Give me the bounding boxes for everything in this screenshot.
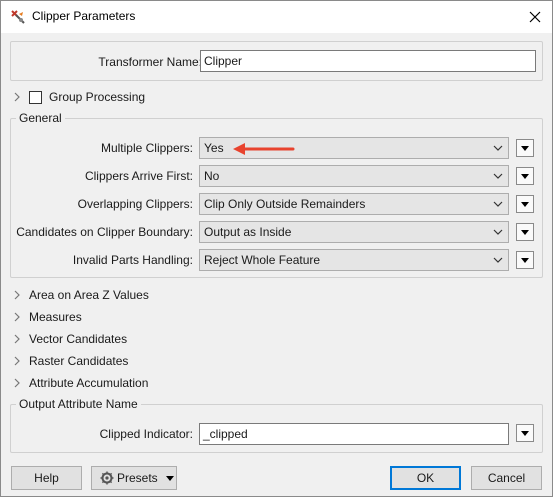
- group-processing-row[interactable]: Group Processing: [13, 89, 145, 105]
- section-area-z-values[interactable]: Area on Area Z Values: [13, 287, 149, 303]
- chevron-down-icon: [493, 257, 503, 263]
- ok-button[interactable]: OK: [390, 466, 461, 490]
- ok-button-label: OK: [416, 471, 435, 485]
- close-icon: [529, 11, 541, 23]
- chevron-right-icon: [14, 92, 20, 102]
- clippers-arrive-first-label: Clippers Arrive First:: [84, 169, 193, 183]
- overlapping-clippers-value: Clip Only Outside Remainders: [204, 197, 366, 211]
- menu-triangle-icon: [521, 201, 529, 207]
- overlapping-clippers-label: Overlapping Clippers:: [77, 197, 193, 211]
- chevron-right-icon: [14, 312, 20, 322]
- candidates-boundary-menu-button[interactable]: [516, 223, 534, 241]
- dropdown-triangle-icon: [165, 475, 174, 481]
- clippers-arrive-first-select[interactable]: No: [199, 165, 509, 187]
- menu-triangle-icon: [521, 173, 529, 179]
- chevron-down-icon: [493, 145, 503, 151]
- help-button-label: Help: [34, 471, 59, 485]
- help-button[interactable]: Help: [11, 466, 82, 490]
- chevron-right-icon: [14, 290, 20, 300]
- window-title: Clipper Parameters: [32, 9, 136, 23]
- clippers-arrive-first-menu-button[interactable]: [516, 167, 534, 185]
- clippers-arrive-first-value: No: [204, 169, 220, 183]
- presets-button[interactable]: Presets: [91, 466, 177, 490]
- chevron-down-icon: [493, 201, 503, 207]
- section-label: Measures: [29, 310, 82, 324]
- fme-transformer-icon: [11, 10, 25, 24]
- chevron-down-icon: [493, 173, 503, 179]
- chevron-right-icon: [14, 378, 20, 388]
- menu-triangle-icon: [521, 145, 529, 151]
- transformer-name-label: Transformer Name:: [98, 55, 202, 69]
- group-processing-label: Group Processing: [49, 90, 146, 104]
- multiple-clippers-menu-button[interactable]: [516, 139, 534, 157]
- multiple-clippers-value: Yes: [204, 141, 224, 155]
- transformer-name-panel: Transformer Name: Clipper: [10, 41, 543, 81]
- section-label: Raster Candidates: [29, 354, 129, 368]
- close-button[interactable]: [521, 3, 549, 31]
- title-bar[interactable]: Clipper Parameters: [1, 1, 552, 33]
- section-attribute-accumulation[interactable]: Attribute Accumulation: [13, 375, 148, 391]
- clipped-indicator-input[interactable]: _clipped: [199, 423, 509, 445]
- invalid-parts-value: Reject Whole Feature: [204, 253, 321, 267]
- section-raster-candidates[interactable]: Raster Candidates: [13, 353, 128, 369]
- menu-triangle-icon: [521, 430, 529, 436]
- annotation-arrow: [233, 143, 295, 155]
- output-attribute-title: Output Attribute Name: [16, 397, 141, 411]
- section-label: Area on Area Z Values: [29, 288, 149, 302]
- multiple-clippers-label: Multiple Clippers:: [100, 141, 193, 155]
- chevron-right-icon: [14, 356, 20, 366]
- section-measures[interactable]: Measures: [13, 309, 82, 325]
- presets-button-label: Presets: [117, 471, 158, 485]
- menu-triangle-icon: [521, 229, 529, 235]
- chevron-right-icon: [14, 334, 20, 344]
- section-label: Attribute Accumulation: [29, 376, 149, 390]
- menu-triangle-icon: [521, 257, 529, 263]
- invalid-parts-select[interactable]: Reject Whole Feature: [199, 249, 509, 271]
- invalid-parts-menu-button[interactable]: [516, 251, 534, 269]
- overlapping-clippers-menu-button[interactable]: [516, 195, 534, 213]
- dialog-window: Clipper Parameters Transformer Name: Cli…: [0, 0, 553, 497]
- chevron-down-icon: [493, 229, 503, 235]
- section-vector-candidates[interactable]: Vector Candidates: [13, 331, 127, 347]
- candidates-boundary-label: Candidates on Clipper Boundary:: [16, 225, 193, 239]
- cancel-button[interactable]: Cancel: [471, 466, 542, 490]
- clipped-indicator-menu-button[interactable]: [516, 424, 534, 442]
- clipped-indicator-label: Clipped Indicator:: [99, 427, 193, 441]
- section-label: Vector Candidates: [29, 332, 128, 346]
- invalid-parts-label: Invalid Parts Handling:: [72, 253, 193, 267]
- transformer-name-input[interactable]: Clipper: [200, 50, 536, 72]
- candidates-boundary-select[interactable]: Output as Inside: [199, 221, 509, 243]
- candidates-boundary-value: Output as Inside: [204, 225, 292, 239]
- general-title: General: [16, 111, 65, 125]
- gear-icon: [100, 471, 114, 485]
- overlapping-clippers-select[interactable]: Clip Only Outside Remainders: [199, 193, 509, 215]
- cancel-button-label: Cancel: [487, 471, 526, 485]
- group-processing-checkbox[interactable]: [29, 90, 42, 104]
